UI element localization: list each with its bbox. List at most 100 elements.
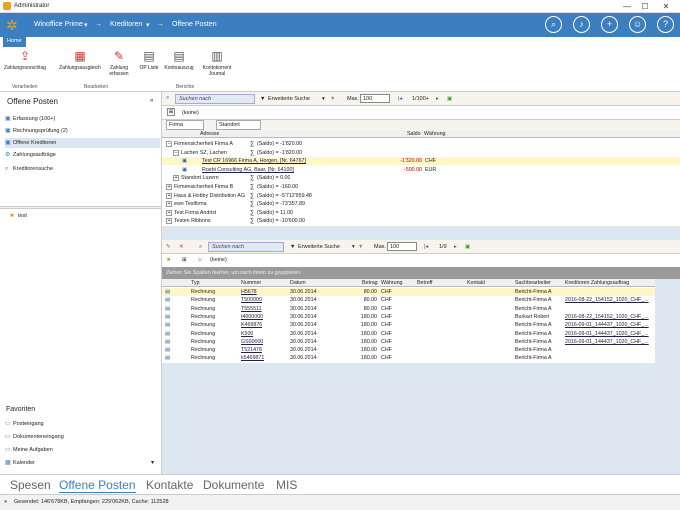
zahlungsauftrag-cell[interactable]: 2016-09-01_144437_1020_CHF_... — [565, 330, 649, 338]
export-icon[interactable]: ▣ — [465, 242, 470, 252]
favorite-meine-aufgaben[interactable]: ▭ Meine Aufgaben — [5, 445, 160, 455]
tab-home[interactable]: Home — [3, 37, 26, 47]
column-header-betrag[interactable]: Betrag — [362, 279, 378, 287]
nummer-cell[interactable]: GS00000 — [241, 338, 263, 346]
nummer-cell[interactable]: T555511 — [241, 305, 262, 313]
sidebar-item-offene-kreditoren[interactable]: ▣ Offene Kreditoren — [5, 138, 160, 148]
zahlungsauftrag-cell[interactable]: 2016-09-01_144437_1020_CHF_... — [565, 321, 649, 329]
close-button[interactable]: ✕ — [657, 1, 675, 12]
column-header-kontakt[interactable]: Kontakt — [467, 279, 485, 287]
tab-dokumente[interactable]: Dokumente — [203, 478, 264, 492]
table-row[interactable]: ▤ Rechnung T500000 30.06.2014 80.00 CHF Berich… — [162, 296, 655, 304]
search-input[interactable]: Suchen nach — [208, 242, 284, 252]
table-row[interactable]: + ewo Testfirma ∑ (Saldo) = -73'357.89 — [162, 200, 680, 208]
table-row[interactable]: ▤ Rechnung K500 30.06.2014 180.00 CHF Bericht-… — [162, 330, 655, 338]
table-row[interactable]: ▤ Rechnung K469876 30.06.2014 180.00 CHF Beric… — [162, 321, 655, 329]
chevron-down-icon[interactable]: ▾ — [151, 459, 154, 466]
column-header-waehrung[interactable]: Währung — [424, 130, 446, 138]
favorite-kalender[interactable]: ▦ Kalender — [5, 458, 160, 468]
column-header-waehrung[interactable]: Währung — [381, 279, 403, 287]
chevron-down-icon[interactable]: ▾ — [84, 21, 88, 29]
group-chip-standort[interactable]: Standort — [216, 120, 261, 130]
table-row[interactable]: ▤ Rechnung GS00000 30.06.2014 180.00 CHF Beric… — [162, 338, 655, 346]
nummer-cell[interactable]: k5469871 — [241, 354, 264, 362]
nummer-cell[interactable]: T521478 — [241, 346, 262, 354]
maximize-button[interactable]: ☐ — [636, 1, 654, 12]
filter-clear-icon[interactable]: ▼ — [330, 94, 335, 104]
table-row[interactable]: ▤ Rechnung k5469871 30.06.2014 180.00 CHF Beri… — [162, 354, 655, 362]
tab-offene-posten[interactable]: Offene Posten — [59, 478, 136, 493]
group-chip-firma[interactable]: Firma — [166, 120, 205, 130]
filter-toggle-icon[interactable]: ⊞ — [182, 255, 187, 265]
filter-icon[interactable]: ▼ — [260, 94, 265, 104]
add-icon[interactable]: + — [601, 16, 618, 33]
tab-mis[interactable]: MIS — [276, 478, 297, 492]
first-page-icon[interactable]: |◂ — [398, 94, 402, 104]
sidebar-item-rechnungspruefung[interactable]: ▣ Rechnungsprüfung (2) — [5, 126, 160, 136]
table-row[interactable]: + Firmensicherheit Firma B ∑ (Saldo) = -160… — [162, 183, 680, 191]
table-row[interactable]: ▤ Rechnung t4000000 30.06.2014 180.00 CHF Burk… — [162, 313, 655, 321]
table-row[interactable]: + Test Firma Andrist ∑ (Saldo) = 11.00 — [162, 209, 680, 217]
favorite-dokumenteneingang[interactable]: ▭ Dokumenteneingang — [5, 432, 160, 442]
filter-clear-icon[interactable]: ▼ — [358, 242, 363, 252]
minimize-button[interactable]: — — [618, 1, 636, 12]
table-row[interactable]: + Haus & Hobby Distribution AG ∑ (Saldo) = … — [162, 192, 680, 200]
chevron-down-icon[interactable]: ▾ — [146, 21, 150, 29]
table-row[interactable]: ▣ Roebi Consulting AG, Baar, [Nr. 64100] -… — [162, 166, 680, 174]
expand-toggle-icon[interactable]: + — [166, 201, 172, 208]
user-icon[interactable]: ☺ — [197, 255, 203, 265]
table-row[interactable]: ▤ Rechnung H5678 30.06.2014 80.00 CHF Bericht-… — [162, 288, 655, 296]
zahlungsauftrag-cell[interactable]: 2016-08-22_154152_1020_CHF_... — [565, 296, 649, 304]
column-header-saldo[interactable]: Saldo — [407, 130, 421, 138]
tab-kontakte[interactable]: Kontakte — [146, 478, 193, 492]
search-input[interactable]: Suchen nach — [175, 94, 255, 104]
zahlungsauftrag-cell[interactable]: 2016-09-01_144437_1020_CHF_... — [565, 338, 649, 346]
zahlung-erfassen-button[interactable]: ✎ Zahlung erfassen — [104, 49, 134, 77]
favorite-posteingang[interactable]: ▭ Posteingang — [5, 419, 160, 429]
table-row[interactable]: + Standort Luzern ∑ (Saldo) = 0.00 — [162, 174, 680, 182]
nav-module[interactable]: Kreditoren — [110, 21, 142, 28]
column-header-zahlungsauftrag[interactable]: Kreditoren Zahlungsauftrag — [565, 279, 629, 287]
table-row[interactable]: + Testen Ribbons ∑ (Saldo) = -10'600.00 — [162, 217, 680, 225]
max-select[interactable]: 100 — [360, 94, 390, 103]
zahlungsvorschlag-button[interactable]: ⇪ Zahlungsvorschlag — [3, 49, 47, 71]
edit-icon[interactable]: ✎ — [166, 242, 171, 252]
column-header-typ[interactable]: Typ — [191, 279, 200, 287]
delete-icon[interactable]: ✕ — [179, 242, 184, 252]
expand-toggle-icon[interactable]: + — [166, 184, 172, 190]
first-page-icon[interactable]: |◂ — [424, 242, 428, 252]
max-select[interactable]: 100 — [387, 242, 417, 251]
column-header-datum[interactable]: Datum — [290, 279, 306, 287]
splitter[interactable] — [0, 206, 161, 209]
nav-app[interactable]: Winoffice Prime — [34, 21, 83, 28]
search-icon[interactable]: ⌕ — [545, 16, 562, 33]
kontokorrent-journal-button[interactable]: ▥ Kontokorrent Journal — [198, 49, 236, 77]
kontoauszug-button[interactable]: ▤ Kontoauszug — [162, 49, 196, 71]
nummer-cell[interactable]: H5678 — [241, 288, 257, 296]
next-page-icon[interactable]: ▸ — [454, 242, 457, 252]
filter-toggle-icon[interactable]: ⊞ — [167, 108, 175, 116]
extended-search-button[interactable]: Erweiterte Suche — [268, 94, 310, 104]
column-header-nummer[interactable]: Nummer — [241, 279, 261, 287]
column-header-adresse[interactable]: Adresse — [200, 130, 219, 138]
help-icon[interactable]: ? — [657, 16, 674, 33]
column-header-betreff[interactable]: Betreff — [417, 279, 433, 287]
export-icon[interactable]: ▣ — [447, 94, 452, 104]
expand-toggle-icon[interactable]: − — [173, 149, 179, 156]
nummer-cell[interactable]: K500 — [241, 330, 253, 338]
table-row[interactable]: ▤ Rechnung T555511 30.06.2014 80.00 CHF Berich… — [162, 305, 655, 313]
expand-toggle-icon[interactable]: + — [173, 175, 179, 182]
nummer-cell[interactable]: K469876 — [241, 321, 262, 329]
sidebar-item-erfassung[interactable]: ▣ Erfassung (100+) — [5, 114, 160, 124]
sidebar-item-kreditorensuche[interactable]: ⌕ Kreditorensuche — [5, 164, 160, 174]
folder-icon[interactable]: ■ — [167, 255, 170, 265]
op-liste-button[interactable]: ▤ OP Liste — [137, 49, 161, 71]
expand-toggle-icon[interactable]: + — [166, 218, 172, 225]
chevron-down-icon[interactable]: ▾ — [352, 242, 355, 252]
filter-icon[interactable]: ▼ — [290, 242, 295, 252]
chevron-down-icon[interactable]: ▾ — [322, 94, 325, 104]
extended-search-button[interactable]: Erweiterte Suche — [298, 242, 340, 252]
zahlungsauftrag-cell[interactable]: 2016-08-22_154152_1020_CHF_... — [565, 313, 649, 321]
table-row[interactable]: ▣ Test CR 16966 Firma A, Horgen, [Nr. 647… — [162, 157, 680, 166]
sidebar-item-zahlungsauftraege[interactable]: ⚙ Zahlungsaufträge — [5, 150, 160, 160]
